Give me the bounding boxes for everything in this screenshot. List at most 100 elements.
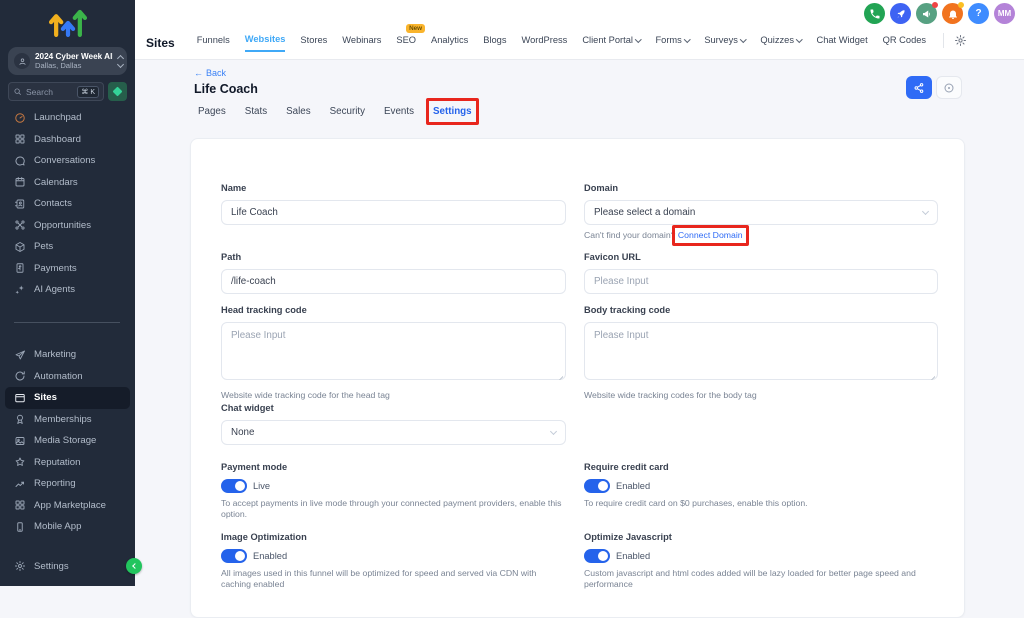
require-credit-card-toggle[interactable] [584,479,610,493]
payment-mode-toggle[interactable] [221,479,247,493]
settings-card: Name Domain Please select a domain Can't… [190,138,965,618]
sidebar-item-opportunities[interactable]: Opportunities [0,215,135,237]
tab-quizzes[interactable]: Quizzes [760,35,801,51]
tab-blogs[interactable]: Blogs [483,35,506,51]
tab-funnels[interactable]: Funnels [197,35,230,51]
tab-surveys[interactable]: Surveys [704,35,745,51]
star-icon [14,456,26,468]
new-badge: New [406,24,425,33]
favicon-input[interactable] [584,269,938,294]
tab-analytics[interactable]: Analytics [431,35,468,51]
image-optimization-toggle[interactable] [221,549,247,563]
sidebar-item-memberships[interactable]: Memberships [0,409,135,431]
apps-grid-icon [14,499,26,511]
site-tab-pages[interactable]: Pages [198,106,226,117]
tab-qr-codes[interactable]: QR Codes [883,35,926,51]
tab-client-portal[interactable]: Client Portal [582,35,640,51]
sidebar-item-conversations[interactable]: Conversations [0,150,135,172]
head-tracking-textarea[interactable] [221,322,566,380]
tab-wordpress[interactable]: WordPress [522,35,568,51]
sidebar-item-settings[interactable]: Settings [0,556,135,578]
opportunities-nodes-icon [14,219,26,231]
site-tab-sales[interactable]: Sales [286,106,311,117]
toggle-state: Enabled [616,551,650,561]
domain-select[interactable]: Please select a domain [584,200,938,225]
help-history-button[interactable] [936,76,962,99]
sidebar-item-mobile-app[interactable]: Mobile App [0,516,135,538]
page-title: Life Coach [194,82,258,96]
announcements-button[interactable] [916,3,937,24]
sidebar-item-calendars[interactable]: Calendars [0,172,135,194]
sidebar-item-dashboard[interactable]: Dashboard [0,129,135,151]
path-input[interactable] [221,269,566,294]
chevron-down-icon [684,36,690,42]
chevron-down-icon [922,208,929,215]
account-switcher[interactable]: 2024 Cyber Week All... Dallas, Dallas [8,47,127,75]
rocket-button[interactable] [890,3,911,24]
sidebar-item-pets[interactable]: Pets [0,236,135,258]
logo-arrows-icon [46,6,90,40]
notification-dot [958,2,964,8]
domain-helper: Can't find your domain? Connect Domain [584,230,938,241]
toggle-state: Enabled [616,481,650,491]
sidebar-item-label: Payments [34,263,77,274]
sidebar-item-launchpad[interactable]: Launchpad [0,107,135,129]
tab-websites[interactable]: Websites [245,34,286,52]
help-button[interactable]: ? [968,3,989,24]
gohighlevel-logo[interactable] [0,0,135,40]
sites-settings-gear-button[interactable] [954,34,967,47]
site-tab-events[interactable]: Events [384,106,414,117]
sidebar-item-app-marketplace[interactable]: App Marketplace [0,495,135,517]
tab-forms[interactable]: Forms [655,35,689,51]
notifications-button[interactable] [942,3,963,24]
browser-window-icon [14,392,26,404]
ai-assistant-button[interactable] [108,82,127,101]
body-tracking-textarea[interactable] [584,322,938,380]
name-input[interactable] [221,200,566,225]
sidebar-item-payments[interactable]: Payments [0,258,135,280]
search-shortcut: ⌘ K [77,86,99,98]
launchpad-icon [14,112,26,124]
path-label: Path [221,252,566,262]
sidebar-item-reporting[interactable]: Reporting [0,473,135,495]
chat-widget-select[interactable]: None [221,420,566,445]
megaphone-icon [921,8,933,20]
require-credit-card-label: Require credit card [584,462,938,472]
sidebar-item-sites[interactable]: Sites [5,387,130,409]
optimize-javascript-toggle[interactable] [584,549,610,563]
chevron-left-icon [132,563,138,569]
sidebar-item-marketing[interactable]: Marketing [0,344,135,366]
gear-icon [14,560,26,572]
mobile-phone-icon [14,521,26,533]
payments-icon [14,262,26,274]
site-tab-settings[interactable]: Settings [433,106,472,117]
account-name: 2024 Cyber Week All... [35,52,113,61]
sidebar-item-automation[interactable]: Automation [0,366,135,388]
sidebar-item-media-storage[interactable]: Media Storage [0,430,135,452]
sidebar-collapse-button[interactable] [126,558,142,574]
site-tab-stats[interactable]: Stats [245,106,267,117]
tab-stores[interactable]: Stores [300,35,327,51]
name-label: Name [221,183,566,193]
chat-bubble-icon [14,155,26,167]
phone-button[interactable] [864,3,885,24]
back-link[interactable]: ← Back [194,68,226,78]
main-content: ← Back Life Coach Pages Stats Sales Secu… [135,60,1024,586]
sidebar: 2024 Cyber Week All... Dallas, Dallas Se… [0,0,135,586]
sidebar-item-reputation[interactable]: Reputation [0,452,135,474]
user-avatar[interactable]: MM [994,3,1015,24]
sidebar-item-ai-agents[interactable]: AI Agents [0,279,135,301]
body-tracking-helper: Website wide tracking codes for the body… [584,390,938,401]
sidebar-item-contacts[interactable]: Contacts [0,193,135,215]
contacts-book-icon [14,198,26,210]
tab-webinars[interactable]: Webinars [342,35,381,51]
search-input[interactable]: Search ⌘ K [8,82,104,101]
tab-seo[interactable]: SEONew [396,35,416,51]
connect-domain-link[interactable]: Connect Domain [678,230,743,241]
share-button[interactable] [906,76,932,99]
sidebar-item-label: Contacts [34,198,72,209]
site-tab-security[interactable]: Security [330,106,365,117]
tab-chat-widget[interactable]: Chat Widget [817,35,868,51]
question-mark-icon: ? [975,8,981,19]
account-location: Dallas, Dallas [35,61,113,70]
